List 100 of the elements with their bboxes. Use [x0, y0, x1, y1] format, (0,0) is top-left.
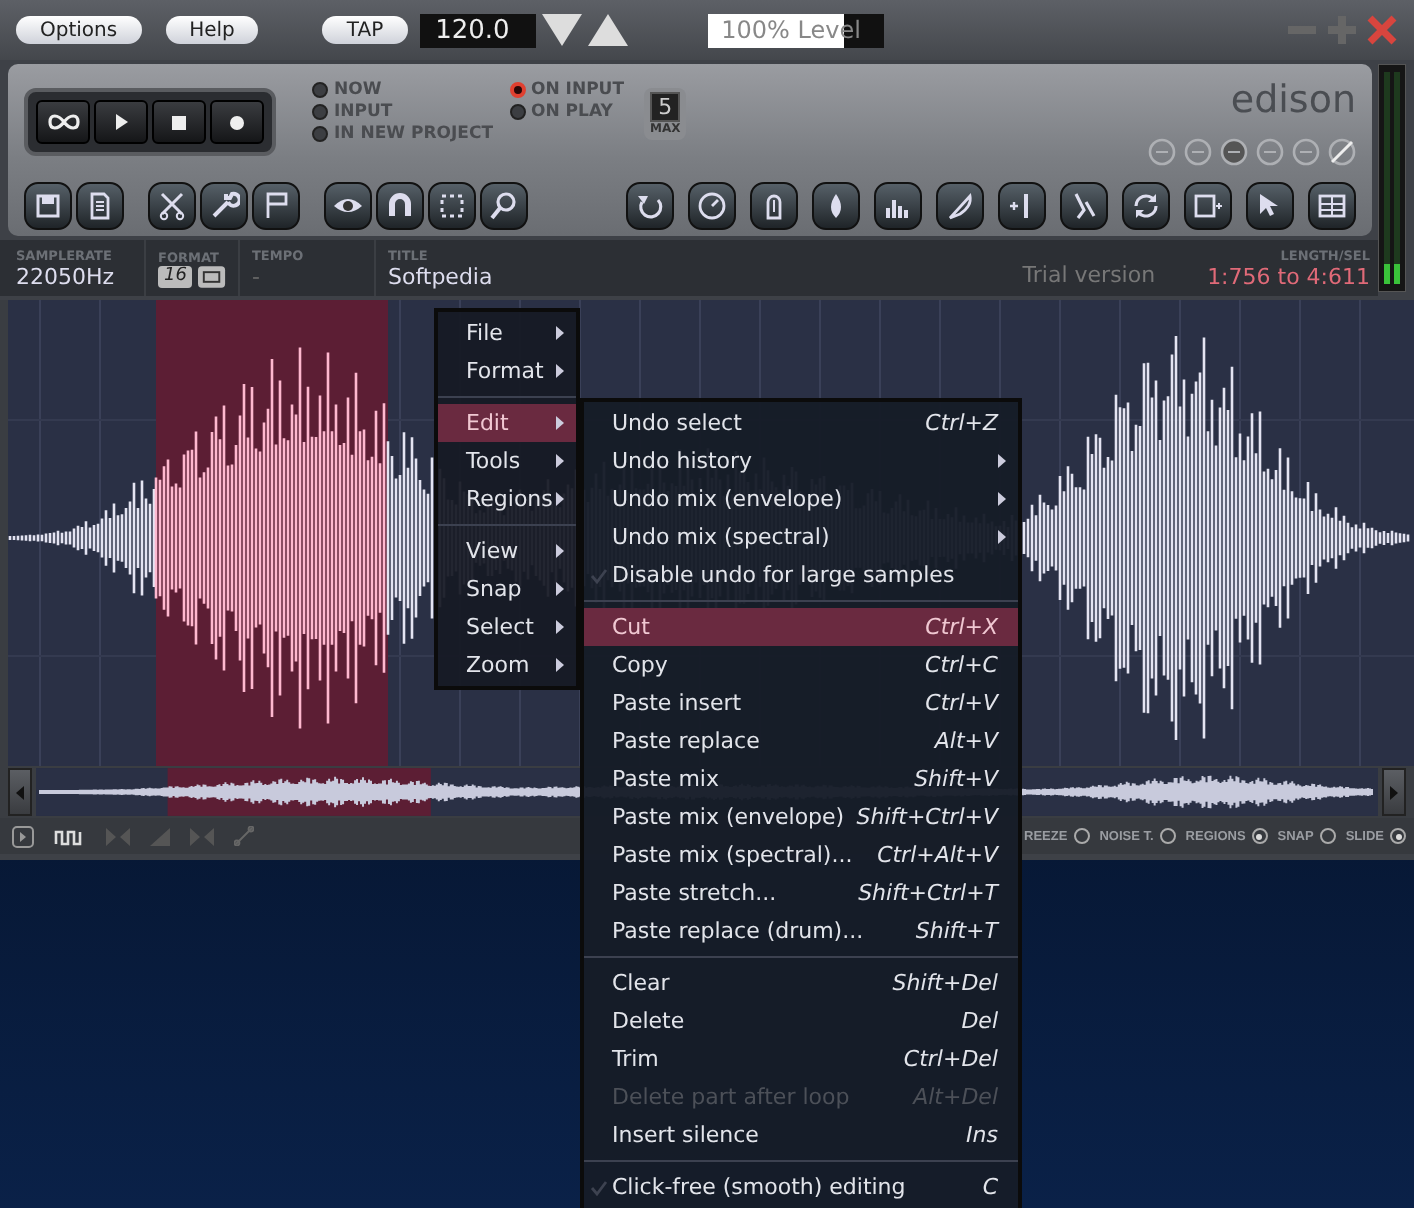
menu-item[interactable]: Paste mix (spectral)... Ctrl+Alt+V [584, 836, 1018, 874]
shortcut-text: Ins [966, 1122, 1000, 1148]
shortcut-text: Ctrl+Del [903, 1046, 1000, 1072]
menu-item[interactable]: Paste mix (envelope) Shift+Ctrl+V [584, 798, 1018, 836]
eye-button[interactable] [324, 182, 372, 230]
record-icon [230, 115, 244, 129]
menu-item[interactable]: Select [438, 608, 576, 646]
feather-icon [944, 190, 976, 222]
search-icon [488, 190, 520, 222]
arch-button[interactable] [750, 182, 798, 230]
flag-button[interactable] [252, 182, 300, 230]
menu-item[interactable]: Paste stretch... Shift+Ctrl+T [584, 874, 1018, 912]
shortcut-text: Ctrl+X [925, 614, 1000, 640]
menu-item[interactable]: Paste replace Alt+V [584, 722, 1018, 760]
menu-item[interactable]: Paste insert Ctrl+V [584, 684, 1018, 722]
menu-item[interactable]: Delete Del [584, 1002, 1018, 1040]
rotate-button[interactable] [626, 182, 674, 230]
shortcut-text: Shift+Del [892, 970, 1000, 996]
submenu-arrow-icon [998, 492, 1006, 506]
logo-text: edison [1230, 78, 1356, 122]
menu-item[interactable]: Format [438, 352, 576, 390]
grid-button[interactable] [1308, 182, 1356, 230]
feather-button[interactable] [936, 182, 984, 230]
plus-button[interactable] [998, 182, 1046, 230]
channel-icon[interactable] [198, 265, 226, 287]
scissors-icon [156, 190, 188, 222]
menu-item[interactable]: Paste replace (drum)... Shift+T [584, 912, 1018, 950]
disk-plus-button[interactable] [1184, 182, 1232, 230]
menu-item[interactable]: Clear Shift+Del [584, 964, 1018, 1002]
mute-icon[interactable] [1328, 138, 1356, 166]
shortcut-text: Shift+Ctrl+V [856, 804, 1001, 830]
bars-button[interactable] [874, 182, 922, 230]
scroll-right-button[interactable] [1382, 768, 1406, 816]
menu-item[interactable]: Tools [438, 442, 576, 480]
magnet-button[interactable] [376, 182, 424, 230]
menu-item[interactable]: Edit [438, 404, 576, 442]
cursor-button[interactable] [1246, 182, 1294, 230]
shortcut-text: Alt+V [934, 728, 1001, 754]
length-value: 1:756 to 4:611 [1207, 263, 1370, 289]
toolbar-button[interactable]: Options [16, 16, 142, 44]
up-triangle-icon[interactable] [587, 14, 628, 46]
search-button[interactable] [480, 182, 528, 230]
stop-button[interactable] [152, 100, 206, 144]
shortcut-text: Ctrl+Alt+V [877, 842, 1001, 868]
submenu-arrow-icon [556, 364, 564, 378]
samplerate-value: 22050Hz [16, 263, 117, 289]
left-arrow-icon [16, 785, 24, 799]
wrench-button[interactable] [200, 182, 248, 230]
submenu-arrow-icon [556, 544, 564, 558]
save-button[interactable] [24, 182, 72, 230]
play-icon [115, 114, 127, 130]
tempo-field[interactable]: 120.0 [419, 13, 536, 47]
submenu-arrow-icon [556, 620, 564, 634]
loop-button[interactable] [36, 100, 90, 144]
menu-item[interactable]: Insert silence Ins [584, 1116, 1018, 1154]
menu-item[interactable]: Cut Ctrl+X [584, 608, 1018, 646]
disk-plus-icon [1192, 190, 1224, 222]
play-icon[interactable] [12, 825, 34, 847]
scissors-button[interactable] [148, 182, 196, 230]
menu-item[interactable]: Trim Ctrl+Del [584, 1040, 1018, 1078]
menu-item[interactable]: Regions [438, 480, 576, 518]
refresh-button[interactable] [1122, 182, 1170, 230]
toolbar-button[interactable]: TAP [322, 16, 408, 44]
tempo-value: - [252, 263, 262, 289]
shortcut-text: C [982, 1174, 1000, 1200]
shortcut-text: Shift+Ctrl+T [858, 880, 1002, 906]
menu-item[interactable]: Click-free (smooth) editing C [584, 1168, 1018, 1206]
trial-text: Trial version [1022, 262, 1158, 292]
submenu-arrow-icon [556, 582, 564, 596]
menu-item[interactable]: Undo mix (envelope) [584, 480, 1018, 518]
menu-item[interactable]: Undo mix (spectral) [584, 518, 1018, 556]
menu-item[interactable]: Zoom [438, 646, 576, 684]
loop-icon [47, 112, 79, 132]
menu-item[interactable]: Paste mix Shift+V [584, 760, 1018, 798]
menu-item[interactable]: Snap [438, 570, 576, 608]
submenu-arrow-icon [998, 454, 1006, 468]
menu-item[interactable]: Copy Ctrl+C [584, 646, 1018, 684]
submenu-arrow-icon [556, 416, 564, 430]
shortcut-text: Del [961, 1008, 1000, 1034]
shortcut-text: Ctrl+C [925, 652, 1000, 678]
selection-icon [436, 190, 468, 222]
document-button[interactable] [76, 182, 124, 230]
menu-item[interactable]: View [438, 532, 576, 570]
gauge-button[interactable] [688, 182, 736, 230]
down-triangle-icon[interactable] [541, 14, 582, 46]
menu-item[interactable]: File [438, 314, 576, 352]
bit-depth-badge[interactable]: 16 [158, 265, 193, 287]
menu-item[interactable]: Disable undo for large samples [584, 556, 1018, 594]
toolbar-button[interactable]: Help [165, 16, 259, 44]
selection-button[interactable] [428, 182, 476, 230]
submenu-arrow-icon [556, 326, 564, 340]
menu-item[interactable]: Undo select Ctrl+Z [584, 404, 1018, 442]
scroll-left-button[interactable] [8, 768, 32, 816]
gauge-icon [696, 190, 728, 222]
record-button[interactable] [210, 100, 264, 144]
grid-icon [1316, 190, 1348, 222]
drop-button[interactable] [812, 182, 860, 230]
magnet-icon [384, 190, 416, 222]
menu-item[interactable]: Undo history [584, 442, 1018, 480]
play-button[interactable] [94, 100, 148, 144]
